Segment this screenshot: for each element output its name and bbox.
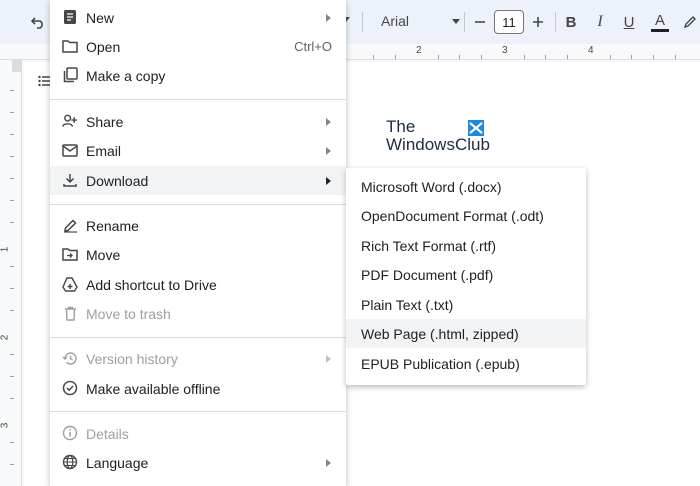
menu-item-move[interactable]: Move [50, 240, 346, 269]
ruler-number: 3 [502, 45, 508, 56]
text-color-swatch [651, 28, 669, 32]
folder-move-icon [62, 246, 78, 262]
menu-item-rename[interactable]: Rename [50, 211, 346, 240]
history-icon [62, 350, 78, 366]
menu-item-label: Make available offline [86, 380, 221, 397]
bold-button[interactable]: B [563, 10, 579, 34]
windows-flag-icon [468, 120, 484, 136]
plus-icon [533, 17, 543, 27]
menu-separator [50, 411, 346, 412]
font-size-input[interactable]: 11 [494, 10, 524, 34]
mail-icon [62, 142, 78, 158]
info-icon [62, 425, 78, 441]
menu-item-share[interactable]: Share [50, 107, 346, 136]
submenu-arrow-icon [326, 146, 331, 155]
file-menu: New Open Ctrl+O Make a copy Share Email … [50, 0, 346, 486]
folder-icon [62, 38, 78, 54]
minus-icon [475, 21, 485, 23]
menu-item-label: Share [86, 113, 124, 130]
logo-line-2: WindowsClub [386, 135, 490, 154]
ruler-number: 3 [0, 422, 11, 429]
menu-item-make-available-offline[interactable]: Make available offline [50, 374, 346, 403]
menu-item-label: Version history [86, 350, 178, 367]
menu-item-label: Open [86, 38, 121, 55]
menu-item-label: Add shortcut to Drive [86, 276, 217, 293]
globe-icon [62, 454, 78, 470]
italic-button[interactable]: I [592, 10, 608, 34]
download-option-epub[interactable]: EPUB Publication (.epub) [346, 349, 586, 378]
download-option-odt[interactable]: OpenDocument Format (.odt) [346, 201, 586, 230]
highlight-color-button[interactable] [682, 10, 698, 34]
ruler-number: 4 [588, 45, 594, 56]
ruler-number: 2 [0, 334, 11, 341]
underline-button[interactable]: U [621, 10, 637, 34]
submenu-arrow-icon [326, 458, 331, 467]
drive-shortcut-icon [62, 276, 78, 292]
thewindowsclub-logo: The WindowsClub [386, 118, 490, 154]
menu-item-label: Move [86, 246, 121, 263]
menu-item-label: Rename [86, 217, 139, 234]
menu-item-label: Make a copy [86, 67, 166, 84]
highlighter-pen-icon [683, 16, 696, 29]
offline-check-icon [62, 380, 78, 396]
submenu-arrow-icon [326, 117, 331, 126]
document-icon [62, 9, 78, 25]
submenu-arrow-icon [326, 13, 331, 22]
toolbar-divider [362, 12, 363, 32]
pencil-icon [62, 217, 78, 233]
menu-item-move-to-trash[interactable]: Move to trash [50, 299, 346, 328]
increase-font-size-button[interactable] [530, 10, 546, 34]
font-dropdown-caret-icon[interactable] [452, 19, 460, 24]
copy-icon [62, 67, 78, 83]
menu-item-label: Language [86, 454, 149, 471]
menu-item-version-history[interactable]: Version history [50, 344, 346, 373]
download-option-pdf[interactable]: PDF Document (.pdf) [346, 260, 586, 289]
menu-item-language[interactable]: Language [50, 448, 346, 477]
menu-item-new[interactable]: New [50, 3, 346, 32]
download-option-txt[interactable]: Plain Text (.txt) [346, 290, 586, 319]
menu-separator [50, 99, 346, 100]
undo-button[interactable] [26, 12, 50, 34]
keyboard-shortcut: Ctrl+O [294, 39, 332, 54]
download-submenu: Microsoft Word (.docx) OpenDocument Form… [346, 168, 586, 385]
menu-item-details[interactable]: Details [50, 419, 346, 448]
ruler-number: 2 [416, 45, 422, 56]
menu-item-make-a-copy[interactable]: Make a copy [50, 61, 346, 90]
download-icon [62, 172, 78, 188]
menu-item-label: New [86, 9, 115, 26]
menu-item-label: Move to trash [86, 305, 171, 322]
ruler-margin-shade [12, 60, 22, 72]
decrease-font-size-button[interactable] [472, 10, 488, 34]
menu-item-download[interactable]: Download [50, 166, 346, 195]
download-option-html[interactable]: Web Page (.html, zipped) [346, 319, 586, 348]
text-color-button[interactable]: A [650, 10, 670, 34]
person-add-icon [62, 113, 78, 129]
submenu-arrow-icon [326, 354, 331, 363]
vertical-ruler: 1 2 3 [0, 60, 22, 486]
menu-separator [50, 337, 346, 338]
toolbar-divider [555, 12, 556, 32]
menu-item-email[interactable]: Email [50, 136, 346, 165]
submenu-arrow-icon [326, 176, 331, 185]
ruler-number: 1 [0, 246, 11, 253]
menu-item-label: Details [86, 425, 129, 442]
font-family-select[interactable]: Arial [381, 13, 409, 29]
menu-item-add-shortcut[interactable]: Add shortcut to Drive [50, 270, 346, 299]
download-option-docx[interactable]: Microsoft Word (.docx) [346, 172, 586, 201]
menu-item-label: Download [86, 172, 149, 189]
download-option-rtf[interactable]: Rich Text Format (.rtf) [346, 231, 586, 260]
text-color-label: A [654, 11, 665, 29]
menu-separator [50, 204, 346, 205]
toolbar-divider [464, 12, 465, 32]
menu-item-open[interactable]: Open Ctrl+O [50, 32, 346, 61]
menu-item-label: Email [86, 142, 122, 159]
trash-icon [62, 305, 78, 321]
undo-icon [31, 17, 43, 29]
